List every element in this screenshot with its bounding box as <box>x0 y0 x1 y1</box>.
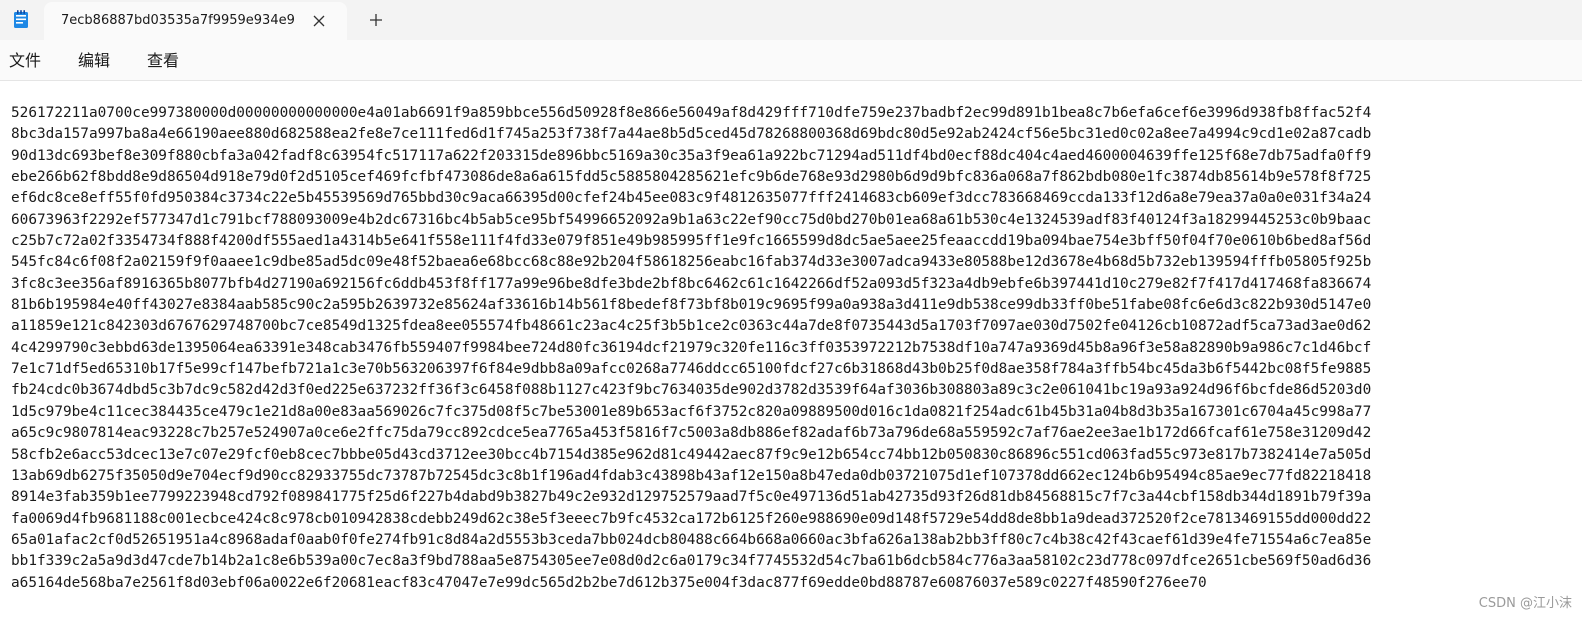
tab-document[interactable]: 7ecb86887bd03535a7f9959e934e9 <box>44 2 347 40</box>
editor-text: 526172211a0700ce997380000d00000000000000… <box>11 103 1571 594</box>
tab-bar: 7ecb86887bd03535a7f9959e934e9 <box>0 0 1582 40</box>
text-line: fb24cdc0b3674dbd5c3b7dc9c582d42d3f0ed225… <box>11 382 1372 399</box>
text-line: 8bc3da157a997ba8a4e66190aee880d682588ea2… <box>11 126 1372 143</box>
tab-title: 7ecb86887bd03535a7f9959e934e9 <box>61 13 295 28</box>
menu-edit[interactable]: 编辑 <box>78 51 110 71</box>
text-line: 60673963f2292ef577347d1c791bcf788093009e… <box>11 211 1372 228</box>
plus-icon[interactable] <box>369 13 383 27</box>
close-icon[interactable] <box>312 14 326 28</box>
text-line: a65164de568ba7e2561f8d03ebf06a0022e6f206… <box>11 574 1207 591</box>
text-line: 1d5c979be4c11cec384435ce479c1e21d8a00e83… <box>11 403 1372 420</box>
text-line: 65a01afac2cf0d52651951a4c8968adaf0aab0f0… <box>11 531 1372 548</box>
menu-bar: 文件 编辑 查看 <box>0 40 1582 81</box>
menu-file[interactable]: 文件 <box>9 51 41 71</box>
text-line: 4c4299790c3ebbd63de1395064ea63391e348cab… <box>11 339 1372 356</box>
text-line: 90d13dc693bef8e309f880cbfa3a042fadf8c639… <box>11 147 1372 164</box>
text-line: 3fc8c3ee356af8916365b8077bfb4d27190a6921… <box>11 275 1372 292</box>
text-line: 13ab69db6275f35050d9e704ecf9d90cc8293375… <box>11 467 1372 484</box>
text-line: 8914e3fab359b1ee7799223948cd792f08984177… <box>11 489 1372 506</box>
text-line: bb1f339c2a5a9d3d47cde7b14b2a1c8e6b539a00… <box>11 553 1372 570</box>
text-line: fa0069d4fb9681188c001ecbce424c8c978cb010… <box>11 510 1372 527</box>
text-line: 81b6b195984e40ff43027e8384aab585c90c2a59… <box>11 297 1372 314</box>
text-editor[interactable]: 526172211a0700ce997380000d00000000000000… <box>0 82 1582 617</box>
menu-view[interactable]: 查看 <box>147 51 179 71</box>
text-line: 545fc84c6f08f2a02159f9f0aaee1c9dbe85ad5d… <box>11 254 1372 271</box>
text-line: 58cfb2e6acc53dcec13e7c07e29fcf0eb8cec7bb… <box>11 446 1372 463</box>
text-line: c25b7c72a02f3354734f888f4200df555aed1a43… <box>11 233 1372 250</box>
text-line: 7e1c71df5ed65310b17f5e99cf147befb721a1c3… <box>11 361 1372 378</box>
text-line: 526172211a0700ce997380000d00000000000000… <box>11 105 1372 121</box>
notepad-icon <box>14 10 28 28</box>
text-line: ef6dc8ce8eff55f0fd950384c3734c22e5b45539… <box>11 190 1372 207</box>
text-line: a11859e121c842303d6767629748700bc7ce8549… <box>11 318 1372 335</box>
watermark: CSDN @江小沫 <box>1478 592 1572 611</box>
text-line: a65c9c9807814eac93228c7b257e524907a0ce6e… <box>11 425 1372 442</box>
text-line: ebe266b62f8bdd8e9d86504d918e79d0f2d5105c… <box>11 169 1372 186</box>
